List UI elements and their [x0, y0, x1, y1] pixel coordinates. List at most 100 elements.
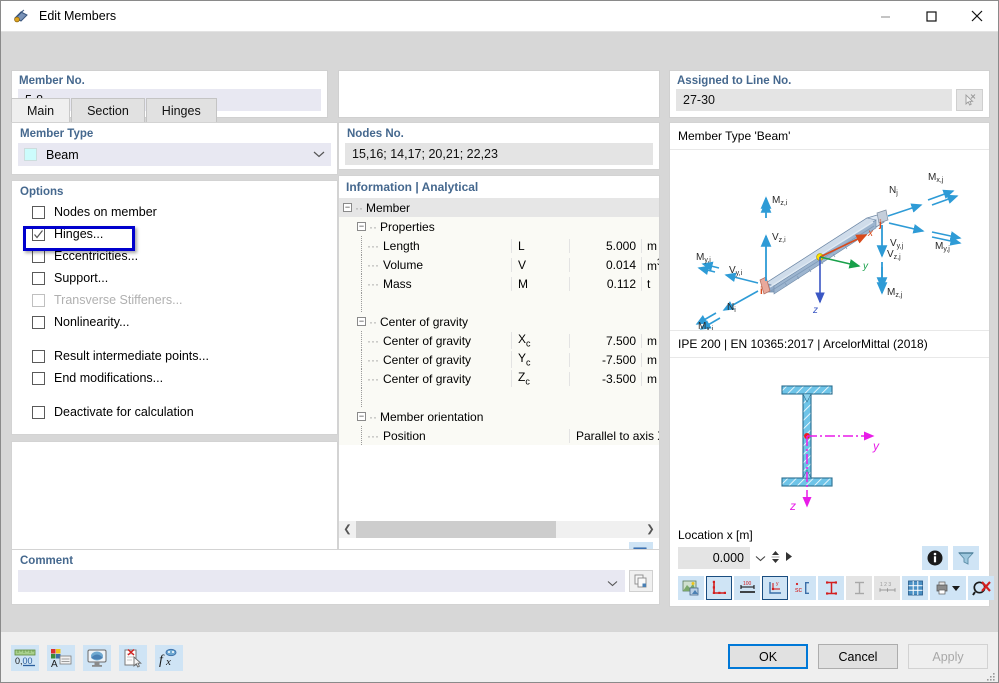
option-nonlinearity[interactable]: Nonlinearity... — [12, 311, 337, 333]
tree-horizontal-scrollbar[interactable]: ❮ ❯ — [339, 521, 659, 538]
tree-row-name: Center of gravity — [383, 352, 472, 367]
member-type-combo[interactable]: Beam — [18, 143, 331, 166]
option-label: Nodes on member — [54, 205, 157, 219]
comment-box: Comment — [11, 549, 660, 605]
expander-icon[interactable]: − — [357, 412, 366, 421]
option-label: Transverse Stiffeners... — [54, 293, 183, 307]
minimize-button[interactable] — [862, 1, 908, 32]
apply-button: Apply — [908, 644, 988, 669]
checkbox-eccentricities[interactable] — [32, 249, 45, 263]
tree-row[interactable]: − ·· Member — [339, 198, 659, 217]
option-eccentricities[interactable]: Eccentricities... — [12, 245, 337, 267]
tree-row[interactable]: ··· Length L 5.000 m — [339, 236, 659, 255]
principal-axes-icon[interactable]: y — [762, 576, 788, 600]
tab-section-label: Section — [87, 104, 129, 118]
checkbox-end-modifications[interactable] — [32, 371, 45, 385]
tree-row[interactable]: ··· Center of gravity Yc -7.500 m — [339, 350, 659, 369]
chevron-left-icon[interactable]: ❮ — [339, 524, 356, 535]
stress-points-icon[interactable] — [818, 576, 844, 600]
section-filter-icon[interactable] — [953, 546, 979, 570]
preview-box: Member Type 'Beam' x y z i j Vz,i Mz,i V… — [669, 122, 994, 607]
option-result-intermediate-points[interactable]: Result intermediate points... — [12, 345, 337, 367]
ok-button[interactable]: OK — [728, 644, 808, 669]
zoom-reset-icon[interactable] — [968, 576, 994, 600]
grid-icon[interactable] — [902, 576, 928, 600]
assigned-line-panel: Assigned to Line No. 27-30 — [669, 70, 990, 118]
maximize-button[interactable] — [908, 1, 954, 32]
nodes-no-input[interactable]: 15,16; 14,17; 20,21; 22,23 — [345, 143, 653, 165]
tree-row-symbol: Yc — [511, 351, 569, 368]
section-outline-icon[interactable] — [706, 576, 732, 600]
play-arrow-icon[interactable] — [785, 551, 793, 565]
tree-row-spacer — [339, 293, 659, 312]
tree-row[interactable]: − ·· Properties — [339, 217, 659, 236]
comment-input[interactable] — [18, 570, 625, 592]
expander-icon[interactable]: − — [357, 317, 366, 326]
tab-main-label: Main — [27, 104, 55, 118]
svg-text:Mz,j: Mz,j — [887, 287, 903, 299]
pick-cursor-icon[interactable] — [956, 89, 983, 111]
tab-section[interactable]: Section — [71, 98, 145, 123]
tree-row-value: 0.014 — [569, 257, 641, 272]
display-properties-icon[interactable]: A — [47, 645, 75, 671]
tab-main[interactable]: Main — [11, 98, 71, 123]
tree-row[interactable]: ··· Volume V 0.014 m3 — [339, 255, 659, 274]
visibility-icon[interactable] — [83, 645, 111, 671]
section-plain-icon — [846, 576, 872, 600]
member-no-label: Member No. — [19, 75, 85, 87]
checkbox-hinges[interactable] — [32, 227, 45, 241]
tree-row[interactable]: − ·· Center of gravity — [339, 312, 659, 331]
render-image-icon[interactable] — [678, 576, 704, 600]
assigned-line-input[interactable]: 27-30 — [676, 89, 952, 111]
option-hinges[interactable]: Hinges... — [12, 223, 337, 245]
option-end-modifications[interactable]: End modifications... — [12, 367, 337, 389]
chevron-right-icon[interactable]: ❯ — [642, 524, 659, 535]
tab-hinges-label: Hinges — [161, 104, 201, 118]
copy-comment-icon[interactable] — [629, 570, 653, 592]
option-label: Deactivate for calculation — [54, 405, 194, 419]
resize-grip[interactable] — [986, 671, 996, 681]
print-icon[interactable] — [930, 576, 966, 600]
tree-row[interactable]: − ·· Member orientation — [339, 407, 659, 426]
svg-text:0,00: 0,00 — [15, 656, 33, 666]
checkbox-support[interactable] — [32, 271, 45, 285]
scrollbar-thumb[interactable] — [356, 521, 557, 538]
expander-icon[interactable]: − — [343, 203, 352, 212]
checkbox-nodes-on-member[interactable] — [32, 205, 45, 219]
location-x-input[interactable]: 0.000 — [678, 547, 750, 569]
checkbox-transverse-stiffeners — [32, 293, 45, 307]
spinner-updown-icon[interactable] — [771, 550, 780, 567]
tree-row-value: -3.500 — [569, 371, 641, 386]
chevron-down-icon[interactable] — [607, 576, 618, 590]
svg-text:My,j: My,j — [935, 241, 950, 253]
close-button[interactable] — [954, 1, 998, 32]
checkbox-deactivate-for-calculation[interactable] — [32, 405, 45, 419]
shear-center-icon[interactable]: sc — [790, 576, 816, 600]
option-support[interactable]: Support... — [12, 267, 337, 289]
option-label: Result intermediate points... — [54, 349, 209, 363]
scrollbar-track[interactable] — [356, 521, 642, 538]
cancel-button[interactable]: Cancel — [818, 644, 898, 669]
dimensions-icon[interactable]: 100 — [734, 576, 760, 600]
member-type-caption: Member Type 'Beam' — [678, 129, 791, 143]
formula-icon[interactable]: f x — [155, 645, 183, 671]
tab-hinges[interactable]: Hinges — [145, 98, 217, 123]
option-deactivate-for-calculation[interactable]: Deactivate for calculation — [12, 401, 337, 423]
tree-row[interactable]: ··· Center of gravity Xc 7.500 m — [339, 331, 659, 350]
checkbox-result-intermediate-points[interactable] — [32, 349, 45, 363]
expander-icon[interactable]: − — [357, 222, 366, 231]
tree-row[interactable]: ··· Position Parallel to axis X of g — [339, 426, 659, 445]
checkbox-nonlinearity[interactable] — [32, 315, 45, 329]
option-nodes-on-member[interactable]: Nodes on member — [12, 201, 337, 223]
tree-row[interactable]: ··· Mass M 0.112 t — [339, 274, 659, 293]
tree-row-name: Center of gravity — [380, 314, 469, 329]
edit-members-dialog: Edit Members Member No. 5-8 Assigned to … — [0, 0, 999, 683]
tree-row[interactable]: ··· Center of gravity Zc -3.500 m — [339, 369, 659, 388]
select-object-icon[interactable] — [119, 645, 147, 671]
units-decimal-icon[interactable]: 0,00 — [11, 645, 39, 671]
chevron-down-icon[interactable] — [755, 551, 766, 565]
information-tree[interactable]: − ·· Member − ·· Properties ··· Length L… — [339, 198, 659, 521]
info-circle-icon[interactable] — [922, 546, 948, 570]
option-transverse-stiffeners: Transverse Stiffeners... — [12, 289, 337, 311]
bottom-bar: 0,00 A f x OK Cancel Apply — [1, 631, 998, 682]
